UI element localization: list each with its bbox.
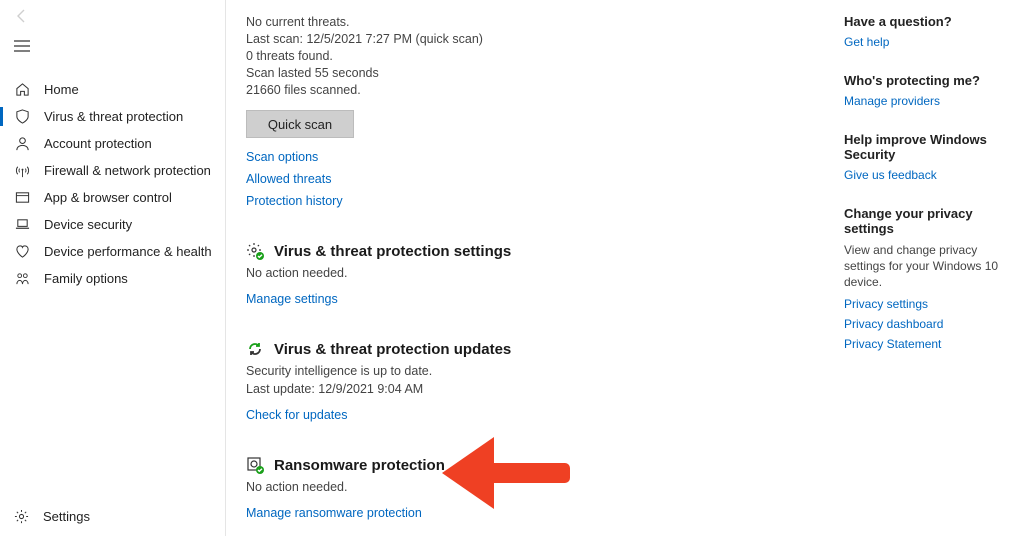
manage-settings-link[interactable]: Manage settings (246, 292, 338, 306)
sidebar-item-family[interactable]: Family options (0, 265, 225, 292)
who-group: Who's protecting me? Manage providers (844, 73, 1014, 108)
sidebar-item-label: Virus & threat protection (44, 109, 183, 124)
hamburger-button[interactable] (0, 34, 225, 58)
allowed-threats-link[interactable]: Allowed threats (246, 172, 824, 186)
privacy-statement-link[interactable]: Privacy Statement (844, 337, 1014, 351)
sidebar-item-label: Account protection (44, 136, 152, 151)
manage-providers-link[interactable]: Manage providers (844, 94, 1014, 108)
sidebar-item-device-security[interactable]: Device security (0, 211, 225, 238)
person-icon (15, 136, 30, 151)
privacy-settings-link[interactable]: Privacy settings (844, 297, 1014, 311)
settings-section-sub: No action needed. (246, 266, 824, 280)
ransomware-section-sub: No action needed. (246, 480, 824, 494)
privacy-group: Change your privacy settings View and ch… (844, 206, 1014, 351)
improve-heading: Help improve Windows Security (844, 132, 1014, 162)
ransomware-section-title: Ransomware protection (274, 457, 445, 474)
privacy-text: View and change privacy settings for you… (844, 242, 1014, 291)
refresh-icon (246, 340, 264, 358)
updates-section-title: Virus & threat protection updates (274, 341, 511, 358)
gear-icon (14, 509, 29, 524)
sidebar-item-account[interactable]: Account protection (0, 130, 225, 157)
settings-section: Virus & threat protection settings No ac… (246, 242, 824, 306)
question-heading: Have a question? (844, 14, 1014, 29)
window-icon (15, 190, 30, 205)
sidebar-item-app-browser[interactable]: App & browser control (0, 184, 225, 211)
privacy-heading: Change your privacy settings (844, 206, 1014, 236)
nav-list: Home Virus & threat protection Account p… (0, 76, 225, 496)
settings-label: Settings (43, 509, 90, 524)
back-arrow-icon (14, 8, 30, 24)
back-button[interactable] (0, 4, 225, 28)
manage-ransomware-link[interactable]: Manage ransomware protection (246, 506, 422, 520)
home-icon (15, 82, 30, 97)
status-last-scan: Last scan: 12/5/2021 7:27 PM (quick scan… (246, 31, 824, 48)
who-heading: Who's protecting me? (844, 73, 1014, 88)
settings-section-title: Virus & threat protection settings (274, 243, 511, 260)
sidebar-item-home[interactable]: Home (0, 76, 225, 103)
laptop-icon (15, 217, 30, 232)
get-help-link[interactable]: Get help (844, 35, 1014, 49)
quick-scan-button[interactable]: Quick scan (246, 110, 354, 138)
heart-icon (15, 244, 30, 259)
sidebar-item-label: Home (44, 82, 79, 97)
status-threats-found: 0 threats found. (246, 48, 824, 65)
protection-history-link[interactable]: Protection history (246, 194, 824, 208)
feedback-link[interactable]: Give us feedback (844, 168, 1014, 182)
status-no-threats: No current threats. (246, 14, 824, 31)
updates-section: Virus & threat protection updates Securi… (246, 340, 824, 422)
sidebar-item-device-health[interactable]: Device performance & health (0, 238, 225, 265)
antenna-icon (15, 163, 30, 178)
sidebar-item-label: Firewall & network protection (44, 163, 211, 178)
sidebar-item-virus-threat[interactable]: Virus & threat protection (0, 103, 225, 130)
updates-section-sub: Security intelligence is up to date. (246, 364, 824, 378)
ransomware-section: Ransomware protection No action needed. … (246, 456, 824, 520)
privacy-dashboard-link[interactable]: Privacy dashboard (844, 317, 1014, 331)
check-updates-link[interactable]: Check for updates (246, 408, 347, 422)
gear-check-icon (246, 242, 264, 260)
family-icon (15, 271, 30, 286)
scan-options-link[interactable]: Scan options (246, 150, 824, 164)
question-group: Have a question? Get help (844, 14, 1014, 49)
status-files-scanned: 21660 files scanned. (246, 82, 824, 99)
ransomware-icon (246, 456, 264, 474)
scan-links: Scan options Allowed threats Protection … (246, 150, 824, 208)
sidebar-item-firewall[interactable]: Firewall & network protection (0, 157, 225, 184)
status-duration: Scan lasted 55 seconds (246, 65, 824, 82)
shield-icon (15, 109, 30, 124)
hamburger-icon (14, 40, 30, 52)
sidebar-item-label: Device performance & health (44, 244, 212, 259)
sidebar-item-label: Family options (44, 271, 128, 286)
sidebar-item-settings[interactable]: Settings (0, 496, 225, 536)
improve-group: Help improve Windows Security Give us fe… (844, 132, 1014, 182)
main-content: No current threats. Last scan: 12/5/2021… (226, 0, 844, 536)
sidebar: Home Virus & threat protection Account p… (0, 0, 226, 536)
scan-status-block: No current threats. Last scan: 12/5/2021… (246, 14, 824, 98)
right-column: Have a question? Get help Who's protecti… (844, 0, 1024, 536)
updates-section-lastupdate: Last update: 12/9/2021 9:04 AM (246, 382, 824, 396)
sidebar-item-label: App & browser control (44, 190, 172, 205)
sidebar-item-label: Device security (44, 217, 132, 232)
